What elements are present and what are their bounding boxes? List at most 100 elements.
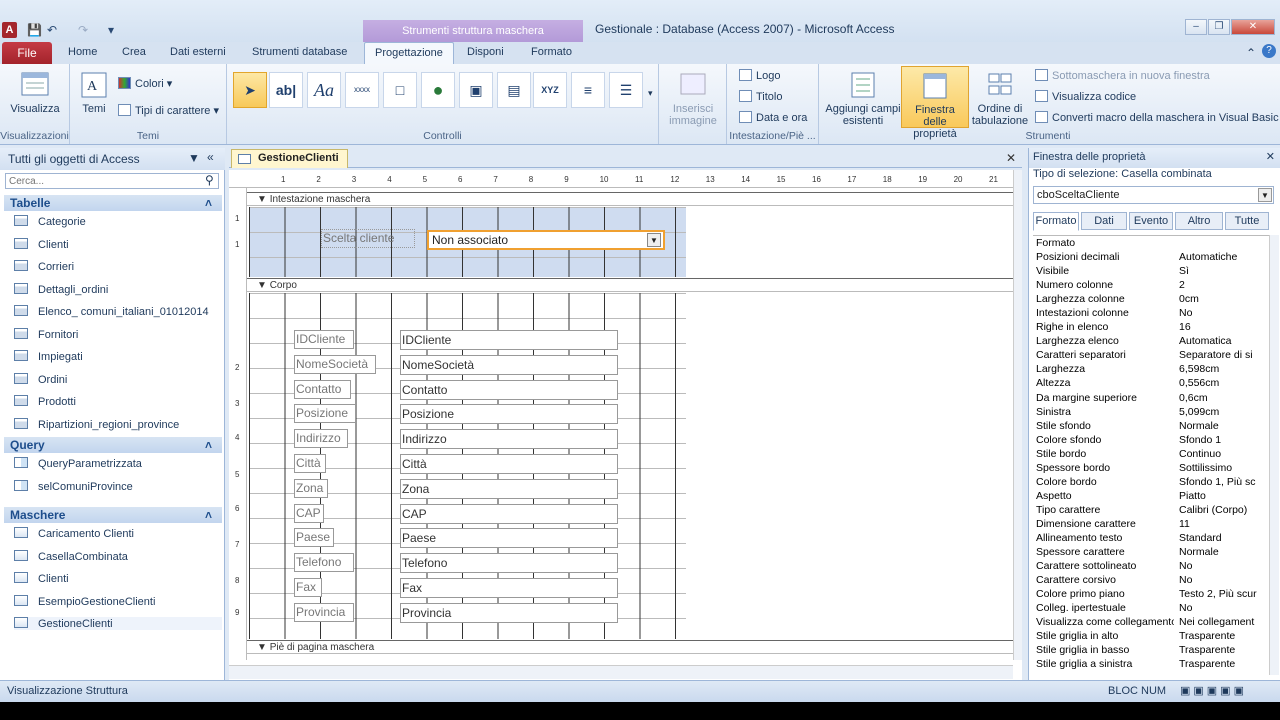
chevron-down-icon[interactable]: ▼ [647, 233, 661, 247]
property-tab-altro[interactable]: Altro [1175, 212, 1223, 230]
property-value[interactable]: 6,598cm [1179, 363, 1269, 375]
property-row[interactable]: Colleg. ipertestuale No [1033, 601, 1269, 615]
property-row[interactable]: Altezza 0,556cm [1033, 376, 1269, 390]
tab-strumenti-database[interactable]: Strumenti database [252, 46, 347, 58]
textbox-control-icon[interactable]: ab| [269, 72, 303, 108]
tab-disponi[interactable]: Disponi [467, 46, 504, 58]
section-footer-bar[interactable]: ▼ Piè di pagina maschera [247, 640, 1013, 654]
field-textbox[interactable]: Contatto [400, 379, 618, 400]
access-app-icon[interactable]: A [2, 22, 17, 38]
property-value[interactable]: No [1179, 560, 1269, 572]
property-value[interactable]: Sì [1179, 265, 1269, 277]
collapse-section-icon[interactable]: ˄ [205, 438, 212, 452]
property-value[interactable]: Continuo [1179, 448, 1269, 460]
nav-item[interactable]: Fornitori [14, 327, 78, 341]
vertical-scrollbar[interactable] [1013, 170, 1022, 660]
visualizza-codice-button[interactable]: Visualizza codice [1035, 90, 1136, 103]
nav-item[interactable]: Dettagli_ordini [14, 282, 108, 296]
property-row[interactable]: Larghezza colonne 0cm [1033, 292, 1269, 306]
field-label[interactable]: IDCliente [294, 330, 354, 349]
property-row[interactable]: Sinistra 5,099cm [1033, 405, 1269, 419]
property-row[interactable]: Carattere corsivo No [1033, 573, 1269, 587]
property-value[interactable]: Sottilissimo [1179, 462, 1269, 474]
nav-item[interactable]: Categorie [14, 215, 86, 228]
property-row[interactable]: Allineamento testo Standard [1033, 531, 1269, 545]
sottomaschera-button[interactable]: Sottomaschera in nuova finestra [1035, 69, 1210, 82]
nav-item[interactable]: Corrieri [14, 260, 74, 273]
combo-scelta-cliente[interactable]: Non associato ▼ [427, 230, 665, 250]
field-label[interactable]: Fax [294, 578, 322, 597]
finestra-proprieta-button[interactable]: Finestra delle proprietà [901, 66, 969, 140]
property-value[interactable]: No [1179, 602, 1269, 614]
property-row[interactable]: Righe in elenco 16 [1033, 320, 1269, 334]
field-label[interactable]: Contatto [294, 379, 351, 399]
search-icon[interactable]: ⚲ [205, 173, 214, 187]
property-row[interactable]: Intestazioni colonne No [1033, 306, 1269, 320]
nav-item[interactable]: Clienti [14, 572, 69, 585]
field-textbox[interactable]: CAP [400, 503, 618, 524]
property-row[interactable]: Stile griglia in basso Trasparente [1033, 643, 1269, 657]
property-value[interactable]: Sfondo 1, Più sc [1179, 476, 1269, 488]
property-row[interactable]: Colore bordo Sfondo 1, Più sc [1033, 475, 1269, 489]
nav-item[interactable]: GestioneClienti [14, 617, 222, 630]
field-label[interactable]: NomeSocietà [294, 354, 376, 374]
property-tab-tutte[interactable]: Tutte [1225, 212, 1269, 230]
property-row[interactable]: Numero colonne 2 [1033, 278, 1269, 292]
tab-formato[interactable]: Formato [531, 46, 572, 58]
nav-header[interactable]: Tutti gli oggetti di Access ▼ « [0, 148, 225, 170]
property-row[interactable]: Visibile Sì [1033, 264, 1269, 278]
logo-button[interactable]: Logo [739, 69, 780, 82]
property-value[interactable]: 11 [1179, 518, 1269, 530]
redo-icon[interactable]: ↷ [78, 23, 88, 37]
section-body-bar[interactable]: ▼ Corpo [247, 278, 1013, 292]
nav-item[interactable]: Impiegati [14, 350, 83, 363]
save-icon[interactable]: 💾 [27, 23, 42, 37]
inserisci-immagine-button[interactable]: Inserisci immagine [663, 70, 723, 127]
visualizza-button[interactable]: Visualizza [6, 70, 64, 115]
property-tab-evento[interactable]: Evento [1129, 212, 1173, 230]
minimize-ribbon-icon[interactable]: ⌃ [1246, 46, 1256, 60]
field-label[interactable]: Zona [294, 478, 328, 498]
collapse-nav-icon[interactable]: « [207, 150, 214, 164]
colori-button[interactable]: Colori ▾ [118, 77, 172, 90]
combo-box-control-icon[interactable]: ☰ [609, 72, 643, 108]
field-textbox[interactable]: Fax [400, 578, 618, 598]
property-value[interactable]: No [1179, 307, 1269, 319]
property-row[interactable]: Stile griglia a sinistra Trasparente [1033, 657, 1269, 671]
temi-button[interactable]: A Temi [78, 70, 110, 115]
nav-item[interactable]: Caricamento Clienti [14, 527, 134, 540]
horizontal-scrollbar[interactable] [229, 665, 1013, 679]
property-value[interactable]: 0,6cm [1179, 392, 1269, 404]
nav-item[interactable]: QueryParametrizzata [14, 457, 142, 470]
property-value[interactable]: Trasparente [1179, 630, 1269, 642]
label-scelta-cliente[interactable]: Scelta cliente [321, 229, 415, 248]
navigation-control-icon[interactable]: ▤ [497, 72, 531, 108]
field-textbox[interactable]: Zona [400, 478, 618, 499]
web-browser-control-icon[interactable]: ▣ [459, 72, 493, 108]
field-textbox[interactable]: Posizione [400, 404, 618, 425]
close-document-icon[interactable]: ✕ [1006, 151, 1016, 165]
nav-section-table[interactable]: Tabelle ˄ [4, 195, 222, 211]
property-row[interactable]: Tipo carattere Calibri (Corpo) [1033, 503, 1269, 517]
property-row[interactable]: Larghezza elenco Automatica [1033, 334, 1269, 348]
property-row[interactable]: Formato [1033, 236, 1269, 250]
collapse-section-icon[interactable]: ˄ [205, 196, 212, 210]
property-value[interactable]: Normale [1179, 420, 1269, 432]
tab-home[interactable]: Home [68, 46, 97, 58]
option-group-icon[interactable]: XYZ [533, 72, 567, 108]
help-icon[interactable]: ? [1262, 44, 1276, 58]
property-scrollbar[interactable] [1269, 235, 1279, 675]
property-value[interactable]: Automatica [1179, 335, 1269, 347]
nav-search-input[interactable] [5, 173, 219, 189]
tab-file[interactable]: File [2, 42, 52, 64]
field-label[interactable]: Paese [294, 528, 334, 548]
close-properties-icon[interactable]: ✕ [1266, 150, 1275, 163]
field-label[interactable]: Provincia [294, 602, 354, 622]
property-row[interactable]: Stile bordo Continuo [1033, 447, 1269, 461]
property-value[interactable]: Sfondo 1 [1179, 434, 1269, 446]
hyperlink-control-icon[interactable]: ● [421, 72, 455, 108]
nav-item[interactable]: Elenco_ comuni_italiani_01012014 [14, 305, 209, 318]
property-value[interactable]: 2 [1179, 279, 1269, 291]
property-tab-formato[interactable]: Formato [1033, 212, 1079, 231]
tab-progettazione[interactable]: Progettazione [364, 42, 454, 64]
